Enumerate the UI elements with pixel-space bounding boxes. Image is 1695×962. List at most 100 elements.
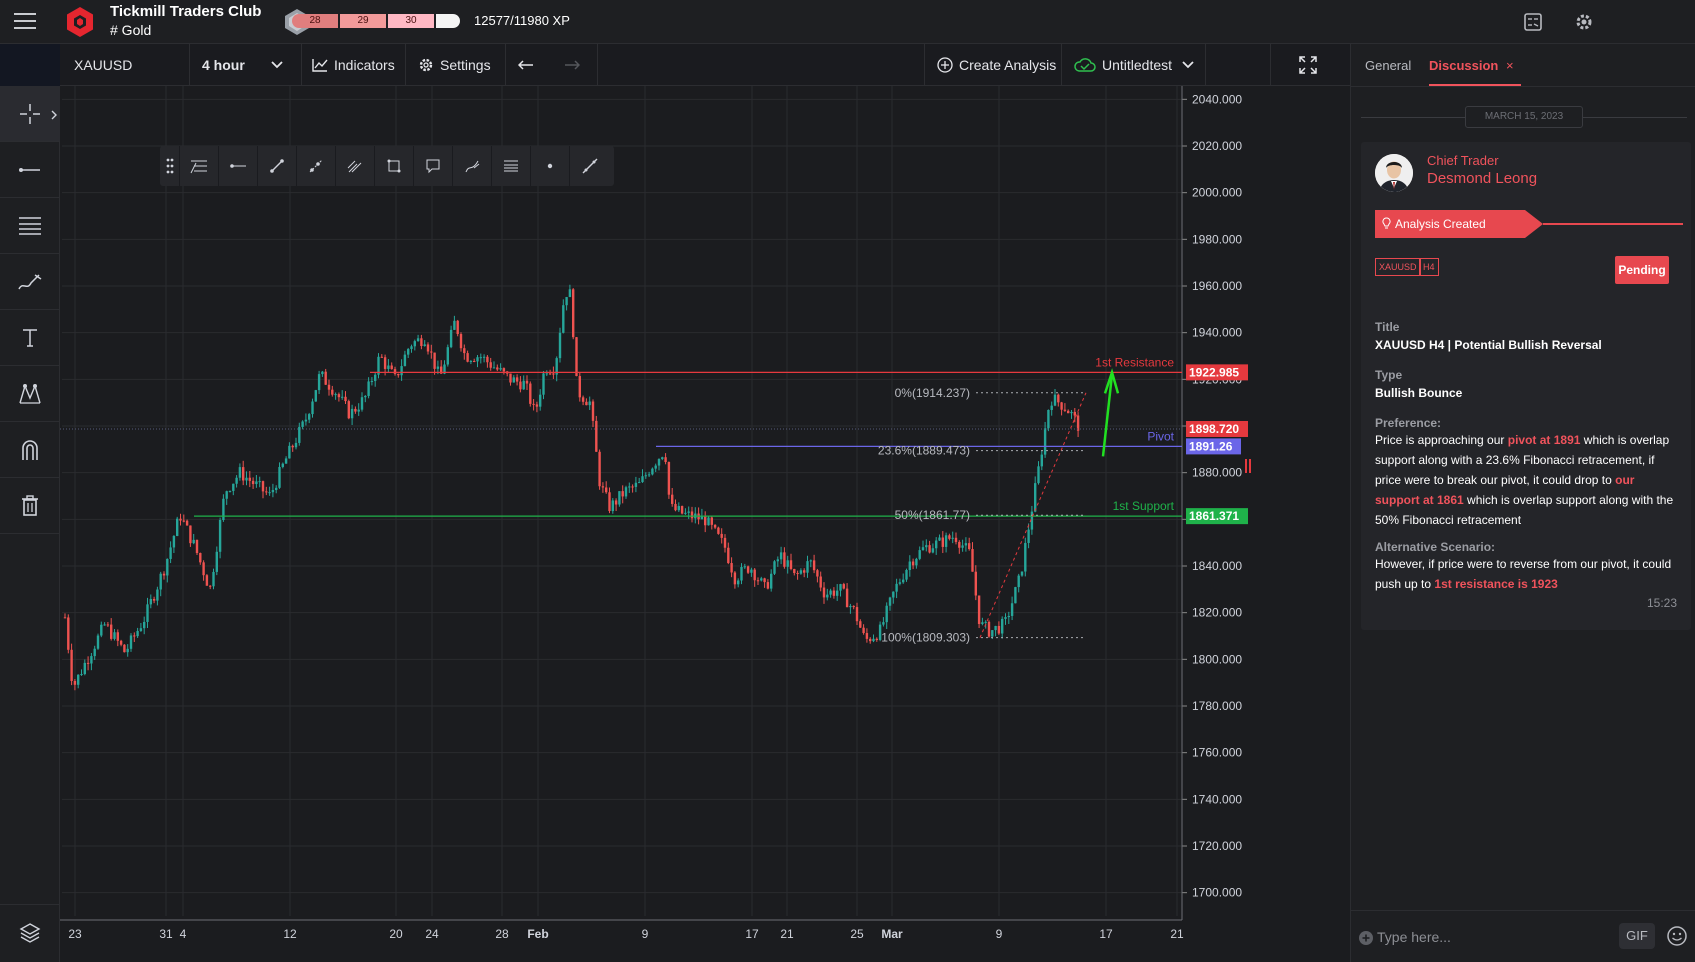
candle-body (832, 590, 836, 596)
symbol-selector[interactable]: XAUUSD (60, 44, 190, 86)
price-chart[interactable]: 2040.000 2020.000 2000.000 1980.000 1960.000… (60, 86, 1350, 962)
candle-body (479, 357, 482, 359)
chart-toolbar: XAUUSD 4 hour Indicators Settings Create… (60, 44, 1350, 86)
price-tick-label: 1940.000 (1192, 326, 1242, 340)
extended-line-tool[interactable] (570, 146, 609, 186)
xp-segment-1: 28 (292, 14, 338, 28)
candle-body (638, 482, 641, 484)
candle-body (149, 598, 152, 605)
calculator-icon[interactable] (1523, 12, 1543, 32)
magnet-tool[interactable] (0, 422, 60, 478)
candle-body (212, 571, 215, 587)
layers-tool[interactable] (0, 904, 60, 960)
candle-body (605, 487, 608, 493)
candle-body (572, 289, 575, 338)
line-tool[interactable] (0, 142, 60, 198)
close-icon[interactable]: × (1506, 58, 1514, 73)
candle-body (783, 552, 786, 567)
ray-tool[interactable] (297, 146, 336, 186)
text-tool[interactable] (0, 310, 60, 366)
candle-body (948, 535, 951, 539)
fullscreen-button[interactable] (1270, 44, 1350, 86)
gear-icon[interactable] (1574, 12, 1594, 32)
fib-retracement-tool[interactable] (180, 146, 219, 186)
candle-body (334, 394, 337, 396)
gif-button[interactable]: GIF (1619, 923, 1655, 949)
candle-body (911, 561, 915, 566)
candle-body (304, 419, 308, 422)
candle-body (499, 368, 502, 370)
title-label: Title (1375, 320, 1400, 334)
timeframe-dropdown[interactable]: 4 hour (190, 44, 302, 86)
candle-body (994, 625, 997, 631)
horizontal-ray-tool[interactable] (219, 146, 258, 186)
candle-body (958, 541, 961, 548)
candle-body (1004, 617, 1007, 619)
pattern-tool[interactable] (0, 366, 60, 422)
floating-drawing-toolbar (160, 146, 614, 186)
candle-body (73, 680, 77, 685)
brush-tool[interactable] (0, 254, 60, 310)
price-tick-label: 1740.000 (1192, 792, 1242, 806)
menu-icon[interactable] (14, 13, 36, 31)
candle-body (387, 365, 390, 369)
drag-handle[interactable] (160, 146, 180, 186)
emoji-icon[interactable] (1666, 925, 1688, 947)
candle-body (476, 357, 479, 362)
undo-button[interactable] (506, 44, 552, 86)
candle-body (331, 389, 334, 395)
callout-tool[interactable] (414, 146, 453, 186)
trend-line-tool[interactable] (258, 146, 297, 186)
layout-dropdown[interactable]: Untitledtest (1062, 44, 1206, 86)
delete-drawings-tool[interactable] (0, 478, 60, 534)
path-tool[interactable] (453, 146, 492, 186)
price-tick-label: 1820.000 (1192, 606, 1242, 620)
candle-body (760, 578, 763, 581)
candle-body (215, 551, 218, 572)
parallel-channel-tool[interactable] (492, 146, 531, 186)
date-divider-left (1361, 117, 1465, 118)
message-input[interactable]: Type here... (1377, 929, 1451, 945)
candle-body (836, 590, 839, 596)
settings-button[interactable]: Settings (406, 44, 506, 86)
layers-icon (19, 922, 41, 943)
candle-body (796, 573, 799, 575)
tab-discussion[interactable]: Discussion × (1429, 58, 1514, 73)
dot-tool[interactable] (531, 146, 570, 186)
indicators-button[interactable]: Indicators (302, 44, 406, 86)
price-tag-label: 1861.371 (1189, 509, 1239, 523)
candle-body (222, 498, 225, 521)
candle-body (542, 373, 545, 395)
candle-body (182, 520, 185, 522)
candle-body (997, 625, 1001, 634)
fib-level-label: 23.6%(1889.473) (878, 444, 970, 458)
time-tick-label: 28 (495, 927, 509, 941)
fib-level-label: 50%(1861.77) (895, 508, 970, 522)
author-name[interactable]: Desmond Leong (1427, 170, 1537, 187)
lightbulb-icon (1382, 217, 1391, 229)
xp-segment-3: 30 (388, 14, 434, 28)
pitchfork-tool[interactable] (336, 146, 375, 186)
candle-body (1047, 409, 1050, 429)
candle-body (242, 467, 245, 481)
candle-body (766, 582, 770, 589)
candle-body (453, 320, 456, 330)
time-tick-label: 31 (159, 927, 173, 941)
rectangle-tool[interactable] (375, 146, 414, 186)
add-icon[interactable] (1359, 931, 1373, 945)
crosshair-tool[interactable] (0, 86, 60, 142)
create-analysis-button[interactable]: Create Analysis (924, 44, 1062, 86)
candle-body (902, 579, 905, 583)
candle-body (341, 396, 344, 398)
indicators-label: Indicators (334, 57, 395, 73)
redo-button[interactable] (552, 44, 598, 86)
tab-general[interactable]: General (1365, 58, 1411, 73)
settings-label: Settings (440, 57, 491, 73)
candle-body (106, 624, 110, 626)
candle-body (390, 365, 393, 370)
candle-body (624, 487, 628, 497)
candle-body (288, 445, 291, 459)
candle-body (816, 570, 819, 577)
chart-canvas[interactable]: 2040.000 2020.000 2000.000 1980.000 1960.000… (60, 86, 1350, 962)
fib-tool[interactable] (0, 198, 60, 254)
